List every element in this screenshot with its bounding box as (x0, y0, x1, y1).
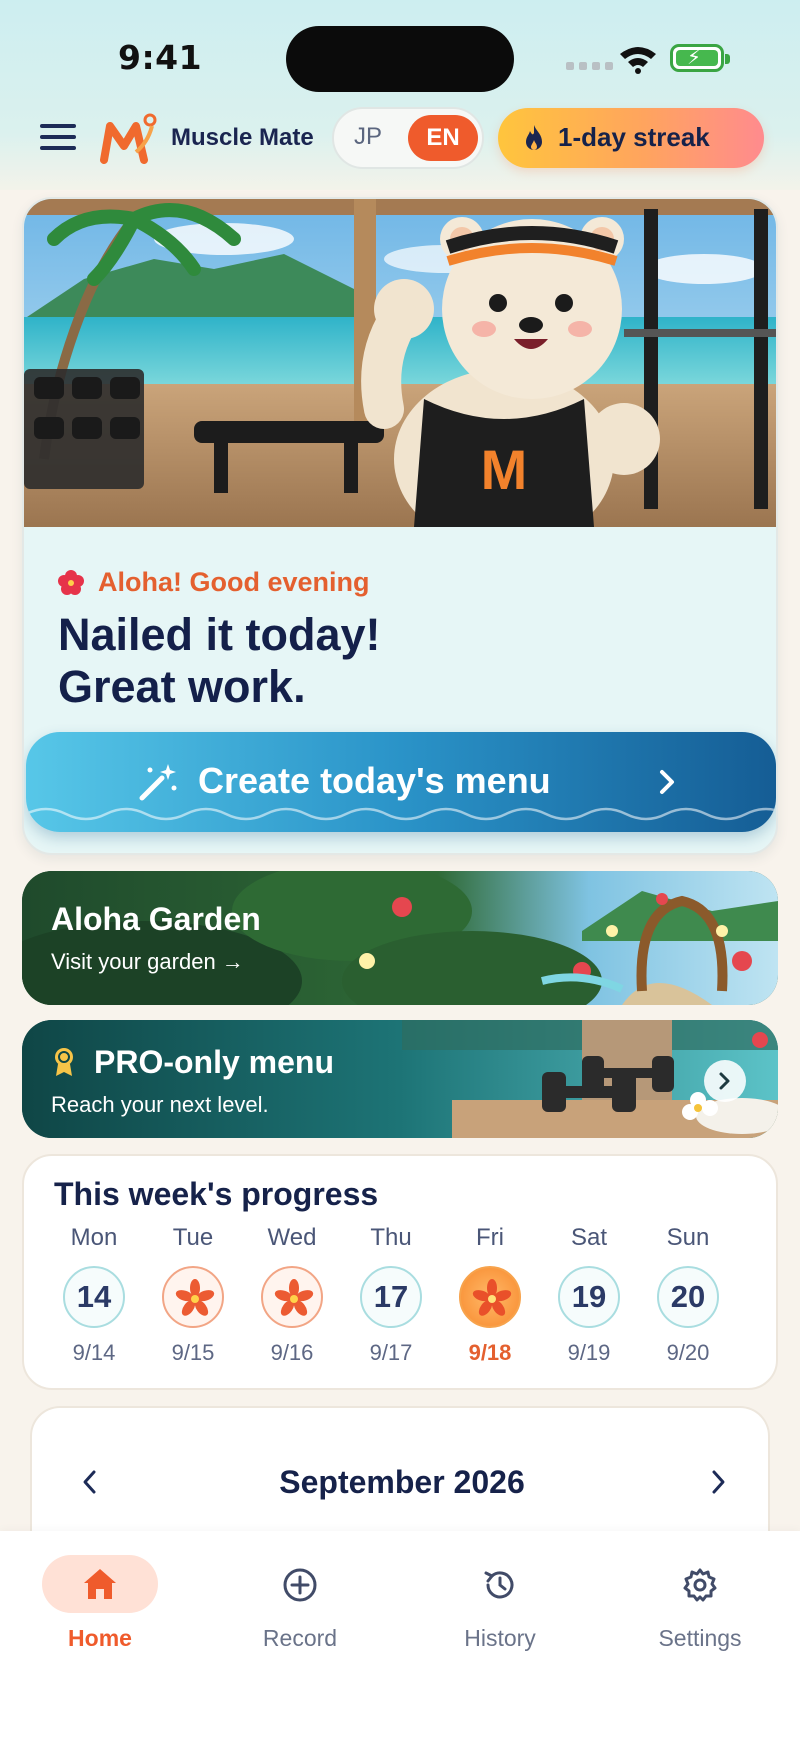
app-title: Muscle Mate (171, 124, 314, 151)
pro-next-button[interactable] (704, 1060, 746, 1102)
greeting-text: Aloha! Good evening (98, 567, 370, 597)
hibiscus-icon (58, 569, 84, 595)
plus-circle-icon (283, 1568, 317, 1602)
day-name: Wed (267, 1224, 317, 1251)
day-date: 9/18 (468, 1340, 512, 1365)
weekly-progress-title: This week's progress (54, 1176, 379, 1212)
pro-menu-banner[interactable]: PRO-only menu Reach your next level. (22, 1020, 778, 1138)
day-name: Thu (370, 1224, 412, 1251)
garden-title: Aloha Garden (51, 901, 261, 937)
day-date: 9/14 (72, 1340, 116, 1365)
calendar-month: September 2026 (279, 1464, 525, 1500)
garden-subtitle: Visit your garden → (51, 949, 244, 974)
tab-label: Settings (658, 1625, 742, 1651)
tab-label: History (464, 1625, 536, 1651)
day-date: 9/16 (270, 1340, 314, 1365)
magic-wand-icon (139, 764, 177, 801)
history-icon (484, 1571, 514, 1599)
day-name: Sun (666, 1224, 710, 1251)
day-sat[interactable]: Sat 19 9/19 (549, 1224, 629, 1366)
menu-icon[interactable] (40, 124, 76, 150)
chevron-right-icon[interactable] (708, 1468, 728, 1496)
greeting-row: Aloha! Good evening (58, 567, 370, 598)
wifi-icon (620, 47, 656, 74)
pro-title: PRO-only menu (94, 1044, 335, 1080)
app-logo-icon (100, 113, 157, 164)
language-toggle[interactable]: JP EN (332, 107, 484, 169)
day-number: 17 (360, 1266, 422, 1328)
garden-scene-image (22, 871, 778, 1005)
battery-icon: ⚡ (670, 44, 730, 72)
dynamic-island (286, 26, 514, 92)
day-today-marker (459, 1266, 521, 1328)
mascot-shirt-letter: M (481, 438, 528, 501)
day-done-marker (162, 1266, 224, 1328)
day-done-marker (261, 1266, 323, 1328)
flame-icon (526, 125, 542, 150)
tab-label: Record (262, 1625, 338, 1651)
tab-history[interactable]: History (420, 1555, 580, 1652)
day-number: 20 (657, 1266, 719, 1328)
hibiscus-icon (274, 1279, 314, 1316)
lang-jp-option[interactable]: JP (354, 123, 382, 151)
day-date: 9/20 (666, 1340, 710, 1365)
day-name: Tue (172, 1224, 214, 1251)
create-menu-button[interactable]: Create today's menu (26, 732, 776, 832)
hero-title-line-2: Great work. (58, 661, 306, 712)
hero-title-line-1: Nailed it today! (58, 609, 381, 660)
tab-bar: Home Record History Settings (0, 1531, 800, 1738)
top-area: 9:41 ⚡ Muscle Mate JP EN 1-day streak (0, 0, 800, 190)
hero-mascot-image: M (24, 199, 776, 527)
chevron-right-icon (719, 1072, 730, 1090)
day-wed[interactable]: Wed 9/16 (252, 1224, 332, 1366)
day-name: Mon (70, 1224, 118, 1251)
chevron-right-icon (660, 770, 674, 794)
day-sun[interactable]: Sun 20 9/20 (648, 1224, 728, 1366)
hibiscus-icon (175, 1279, 215, 1316)
streak-badge[interactable]: 1-day streak (498, 108, 764, 168)
home-icon (84, 1569, 116, 1599)
wave-decoration (26, 807, 776, 821)
day-name: Fri (476, 1224, 504, 1251)
hero-title: Nailed it today! Great work. (58, 609, 381, 713)
day-number: 14 (63, 1266, 125, 1328)
cellular-signal-icon (566, 62, 613, 70)
day-date: 9/19 (567, 1340, 611, 1365)
status-time: 9:41 (118, 38, 203, 77)
day-number: 19 (558, 1266, 620, 1328)
day-date: 9/15 (171, 1340, 215, 1365)
tab-record[interactable]: Record (220, 1555, 380, 1652)
day-tue[interactable]: Tue 9/15 (153, 1224, 233, 1366)
hibiscus-icon (472, 1279, 512, 1316)
hero-card: M Aloha! Good evening Nailed it today! G… (22, 197, 778, 855)
award-badge-icon (55, 1048, 73, 1076)
day-date: 9/17 (369, 1340, 413, 1365)
tab-label: Home (68, 1625, 132, 1651)
day-thu[interactable]: Thu 17 9/17 (351, 1224, 431, 1366)
tab-home[interactable]: Home (20, 1555, 180, 1652)
weekly-progress-card: This week's progress Mon 14 9/14 Tue 9/1… (22, 1154, 778, 1390)
day-fri[interactable]: Fri 9/18 (450, 1224, 530, 1366)
tab-settings[interactable]: Settings (620, 1555, 780, 1652)
streak-label: 1-day streak (558, 122, 710, 152)
day-name: Sat (570, 1224, 608, 1251)
lang-en-option[interactable]: EN (408, 115, 478, 161)
day-mon[interactable]: Mon 14 9/14 (54, 1224, 134, 1366)
create-menu-label: Create today's menu (198, 760, 551, 801)
aloha-garden-banner[interactable]: Aloha Garden Visit your garden → (22, 871, 778, 1005)
pro-subtitle: Reach your next level. (51, 1092, 269, 1117)
gear-icon (683, 1568, 717, 1602)
